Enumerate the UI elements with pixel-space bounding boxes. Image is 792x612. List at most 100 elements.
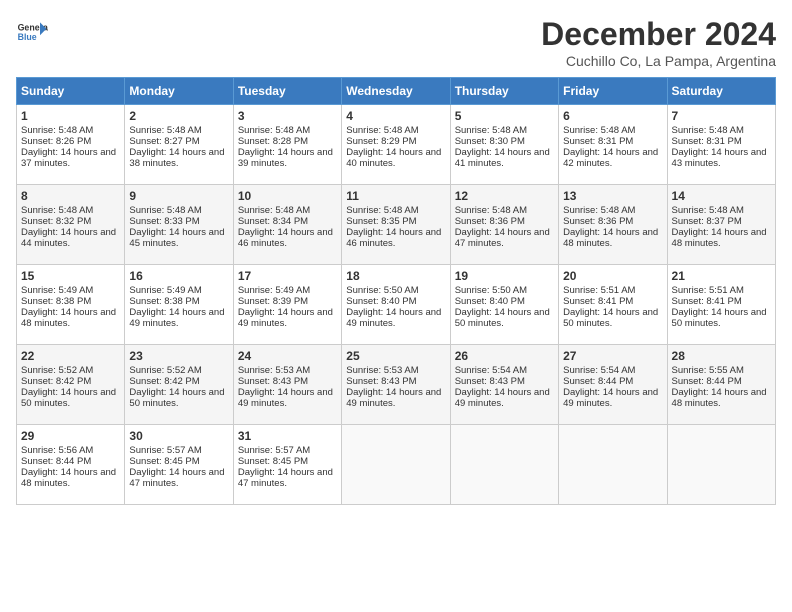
day-number: 16 bbox=[129, 269, 228, 283]
day-info: Daylight: 14 hours and 46 minutes. bbox=[238, 227, 337, 249]
calendar-cell: 1Sunrise: 5:48 AMSunset: 8:26 PMDaylight… bbox=[17, 105, 125, 185]
day-info: Sunrise: 5:48 AM bbox=[238, 205, 337, 216]
day-info: Daylight: 14 hours and 38 minutes. bbox=[129, 147, 228, 169]
calendar-cell bbox=[450, 425, 558, 505]
weekday-header: Tuesday bbox=[233, 78, 341, 105]
calendar-cell: 29Sunrise: 5:56 AMSunset: 8:44 PMDayligh… bbox=[17, 425, 125, 505]
day-info: Daylight: 14 hours and 47 minutes. bbox=[238, 467, 337, 489]
calendar-week-row: 29Sunrise: 5:56 AMSunset: 8:44 PMDayligh… bbox=[17, 425, 776, 505]
day-number: 1 bbox=[21, 109, 120, 123]
svg-text:Blue: Blue bbox=[18, 32, 37, 42]
day-number: 8 bbox=[21, 189, 120, 203]
day-info: Sunrise: 5:49 AM bbox=[129, 285, 228, 296]
day-number: 14 bbox=[672, 189, 771, 203]
title-block: December 2024 Cuchillo Co, La Pampa, Arg… bbox=[541, 16, 776, 69]
day-info: Daylight: 14 hours and 50 minutes. bbox=[129, 387, 228, 409]
calendar-cell: 24Sunrise: 5:53 AMSunset: 8:43 PMDayligh… bbox=[233, 345, 341, 425]
day-number: 11 bbox=[346, 189, 445, 203]
weekday-header: Sunday bbox=[17, 78, 125, 105]
day-info: Sunset: 8:43 PM bbox=[346, 376, 445, 387]
day-info: Sunset: 8:41 PM bbox=[563, 296, 662, 307]
calendar-cell bbox=[342, 425, 450, 505]
day-number: 6 bbox=[563, 109, 662, 123]
day-info: Daylight: 14 hours and 39 minutes. bbox=[238, 147, 337, 169]
day-info: Sunrise: 5:52 AM bbox=[129, 365, 228, 376]
day-info: Daylight: 14 hours and 49 minutes. bbox=[346, 307, 445, 329]
day-number: 5 bbox=[455, 109, 554, 123]
day-info: Sunset: 8:31 PM bbox=[672, 136, 771, 147]
calendar-cell: 23Sunrise: 5:52 AMSunset: 8:42 PMDayligh… bbox=[125, 345, 233, 425]
day-info: Daylight: 14 hours and 49 minutes. bbox=[455, 387, 554, 409]
day-info: Daylight: 14 hours and 48 minutes. bbox=[672, 227, 771, 249]
day-info: Sunset: 8:31 PM bbox=[563, 136, 662, 147]
day-info: Daylight: 14 hours and 48 minutes. bbox=[21, 467, 120, 489]
day-info: Sunset: 8:45 PM bbox=[129, 456, 228, 467]
day-info: Daylight: 14 hours and 50 minutes. bbox=[563, 307, 662, 329]
day-info: Daylight: 14 hours and 44 minutes. bbox=[21, 227, 120, 249]
day-info: Daylight: 14 hours and 46 minutes. bbox=[346, 227, 445, 249]
page-header: General Blue December 2024 Cuchillo Co, … bbox=[16, 16, 776, 69]
calendar-cell bbox=[667, 425, 775, 505]
calendar-cell: 17Sunrise: 5:49 AMSunset: 8:39 PMDayligh… bbox=[233, 265, 341, 345]
day-number: 4 bbox=[346, 109, 445, 123]
day-info: Sunrise: 5:54 AM bbox=[455, 365, 554, 376]
day-number: 12 bbox=[455, 189, 554, 203]
calendar-cell: 21Sunrise: 5:51 AMSunset: 8:41 PMDayligh… bbox=[667, 265, 775, 345]
calendar-cell: 13Sunrise: 5:48 AMSunset: 8:36 PMDayligh… bbox=[559, 185, 667, 265]
calendar-cell bbox=[559, 425, 667, 505]
calendar-cell: 4Sunrise: 5:48 AMSunset: 8:29 PMDaylight… bbox=[342, 105, 450, 185]
day-number: 23 bbox=[129, 349, 228, 363]
calendar-cell: 14Sunrise: 5:48 AMSunset: 8:37 PMDayligh… bbox=[667, 185, 775, 265]
day-info: Daylight: 14 hours and 50 minutes. bbox=[672, 307, 771, 329]
day-info: Daylight: 14 hours and 47 minutes. bbox=[129, 467, 228, 489]
day-info: Sunrise: 5:48 AM bbox=[346, 125, 445, 136]
day-info: Sunrise: 5:48 AM bbox=[455, 205, 554, 216]
day-info: Sunset: 8:33 PM bbox=[129, 216, 228, 227]
day-info: Sunset: 8:39 PM bbox=[238, 296, 337, 307]
day-info: Sunrise: 5:48 AM bbox=[21, 125, 120, 136]
day-info: Sunset: 8:41 PM bbox=[672, 296, 771, 307]
day-number: 25 bbox=[346, 349, 445, 363]
day-info: Sunrise: 5:48 AM bbox=[238, 125, 337, 136]
day-info: Daylight: 14 hours and 48 minutes. bbox=[21, 307, 120, 329]
day-number: 3 bbox=[238, 109, 337, 123]
month-title: December 2024 bbox=[541, 16, 776, 53]
calendar-cell: 18Sunrise: 5:50 AMSunset: 8:40 PMDayligh… bbox=[342, 265, 450, 345]
day-number: 15 bbox=[21, 269, 120, 283]
day-info: Sunrise: 5:48 AM bbox=[563, 125, 662, 136]
calendar-cell: 26Sunrise: 5:54 AMSunset: 8:43 PMDayligh… bbox=[450, 345, 558, 425]
day-info: Sunrise: 5:55 AM bbox=[672, 365, 771, 376]
day-number: 7 bbox=[672, 109, 771, 123]
day-info: Sunset: 8:43 PM bbox=[455, 376, 554, 387]
day-info: Sunrise: 5:48 AM bbox=[563, 205, 662, 216]
day-info: Sunset: 8:42 PM bbox=[21, 376, 120, 387]
day-info: Daylight: 14 hours and 49 minutes. bbox=[238, 387, 337, 409]
day-info: Daylight: 14 hours and 49 minutes. bbox=[346, 387, 445, 409]
day-info: Sunset: 8:40 PM bbox=[455, 296, 554, 307]
day-info: Sunset: 8:37 PM bbox=[672, 216, 771, 227]
calendar-cell: 31Sunrise: 5:57 AMSunset: 8:45 PMDayligh… bbox=[233, 425, 341, 505]
calendar-table: SundayMondayTuesdayWednesdayThursdayFrid… bbox=[16, 77, 776, 505]
calendar-cell: 20Sunrise: 5:51 AMSunset: 8:41 PMDayligh… bbox=[559, 265, 667, 345]
day-number: 21 bbox=[672, 269, 771, 283]
day-info: Daylight: 14 hours and 48 minutes. bbox=[672, 387, 771, 409]
day-info: Sunset: 8:30 PM bbox=[455, 136, 554, 147]
day-info: Daylight: 14 hours and 50 minutes. bbox=[21, 387, 120, 409]
day-info: Sunrise: 5:48 AM bbox=[672, 125, 771, 136]
calendar-cell: 27Sunrise: 5:54 AMSunset: 8:44 PMDayligh… bbox=[559, 345, 667, 425]
day-number: 10 bbox=[238, 189, 337, 203]
day-info: Sunrise: 5:57 AM bbox=[129, 445, 228, 456]
weekday-header: Friday bbox=[559, 78, 667, 105]
day-info: Sunset: 8:36 PM bbox=[455, 216, 554, 227]
day-info: Sunset: 8:28 PM bbox=[238, 136, 337, 147]
calendar-cell: 3 Sunrise: 5:48 AMSunset: 8:28 PMDaylight… bbox=[233, 105, 341, 185]
day-number: 18 bbox=[346, 269, 445, 283]
day-info: Daylight: 14 hours and 50 minutes. bbox=[455, 307, 554, 329]
calendar-week-row: 8Sunrise: 5:48 AMSunset: 8:32 PMDaylight… bbox=[17, 185, 776, 265]
calendar-cell: 22Sunrise: 5:52 AMSunset: 8:42 PMDayligh… bbox=[17, 345, 125, 425]
day-number: 22 bbox=[21, 349, 120, 363]
day-info: Daylight: 14 hours and 45 minutes. bbox=[129, 227, 228, 249]
day-info: Sunset: 8:32 PM bbox=[21, 216, 120, 227]
calendar-week-row: 15Sunrise: 5:49 AMSunset: 8:38 PMDayligh… bbox=[17, 265, 776, 345]
day-info: Sunset: 8:45 PM bbox=[238, 456, 337, 467]
